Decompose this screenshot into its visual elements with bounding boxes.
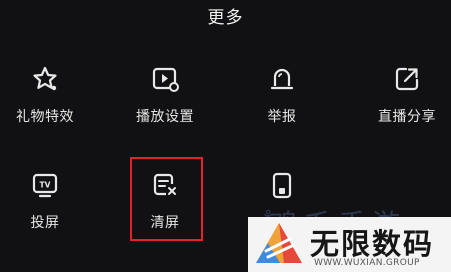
svg-text:TV: TV [40, 181, 51, 190]
menu-item-clear-screen[interactable]: 清屏 [110, 170, 220, 232]
menu-item-report[interactable]: 举报 [227, 64, 337, 126]
menu-item-play-settings[interactable]: 播放设置 [110, 64, 220, 126]
menu-item-label: 播放设置 [136, 109, 194, 125]
menu-item-label: 直播分享 [378, 109, 436, 125]
clear-screen-icon [153, 173, 176, 196]
menu-item-label: 礼物特效 [16, 109, 74, 125]
play-settings-icon [152, 67, 179, 92]
tv-cast-icon: TV [32, 173, 58, 198]
gift-effect-icon [33, 66, 57, 91]
menu-item-live-share[interactable]: 直播分享 [352, 64, 451, 126]
share-icon [395, 67, 419, 91]
menu-item-screen-cast[interactable]: TV 投屏 [0, 170, 100, 232]
brand-name: 无限数码 [310, 227, 435, 261]
watermark-logo: 无限数码 WWW.WUXIAN.GROUP [248, 217, 451, 272]
menu-item-label: 举报 [267, 109, 297, 125]
tablet-icon [272, 172, 292, 199]
report-icon [270, 68, 294, 90]
panel-title: 更多 [207, 8, 244, 28]
brand-logo-icon [256, 223, 302, 263]
menu-item-gift-effects[interactable]: 礼物特效 [0, 64, 100, 126]
menu-item-label: 投屏 [30, 215, 60, 231]
brand-url: WWW.WUXIAN.GROUP [314, 258, 420, 268]
menu-item-label: 清屏 [150, 215, 180, 231]
